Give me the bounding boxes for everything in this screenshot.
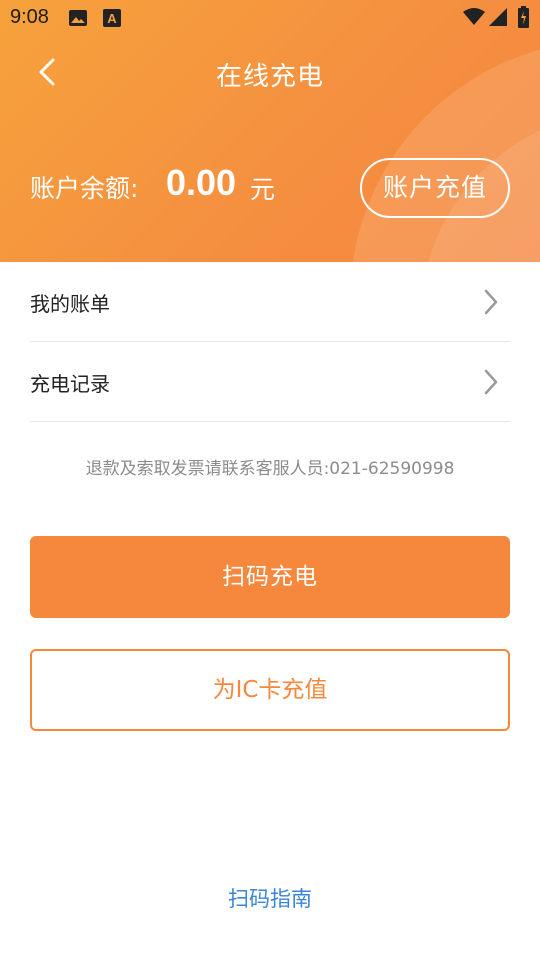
- chevron-right-icon: [482, 368, 500, 396]
- image-icon: [68, 9, 88, 31]
- wifi-icon: [463, 8, 485, 30]
- signal-icon: [489, 8, 507, 30]
- status-time: 9:08: [10, 6, 49, 28]
- scan-charge-button[interactable]: 扫码充电: [30, 536, 510, 618]
- page-title: 在线充电: [215, 62, 324, 92]
- menu-item-charge-records[interactable]: 充电记录: [30, 342, 510, 422]
- battery-icon: [518, 6, 529, 32]
- account-recharge-button[interactable]: 账户充值: [360, 158, 510, 218]
- header-banner: 9:08 A 在线充电 账户余额: 0.00 元 账户充值: [0, 0, 540, 262]
- ic-card-recharge-button[interactable]: 为IC卡充值: [30, 649, 510, 731]
- notification-a-icon: A: [103, 9, 121, 31]
- menu-item-label: 我的账单: [30, 292, 110, 316]
- menu-item-bills[interactable]: 我的账单: [30, 262, 510, 342]
- status-bar: 9:08 A: [0, 0, 540, 36]
- svg-text:A: A: [107, 11, 117, 26]
- menu-item-label: 充电记录: [30, 372, 110, 396]
- balance-unit: 元: [250, 175, 276, 204]
- balance-amount: 0.00: [166, 162, 237, 203]
- scan-guide-link[interactable]: 扫码指南: [0, 883, 540, 913]
- balance-label: 账户余额:: [30, 174, 139, 203]
- customer-service-notice: 退款及索取发票请联系客服人员:021-62590998: [85, 459, 455, 479]
- chevron-right-icon: [482, 288, 500, 316]
